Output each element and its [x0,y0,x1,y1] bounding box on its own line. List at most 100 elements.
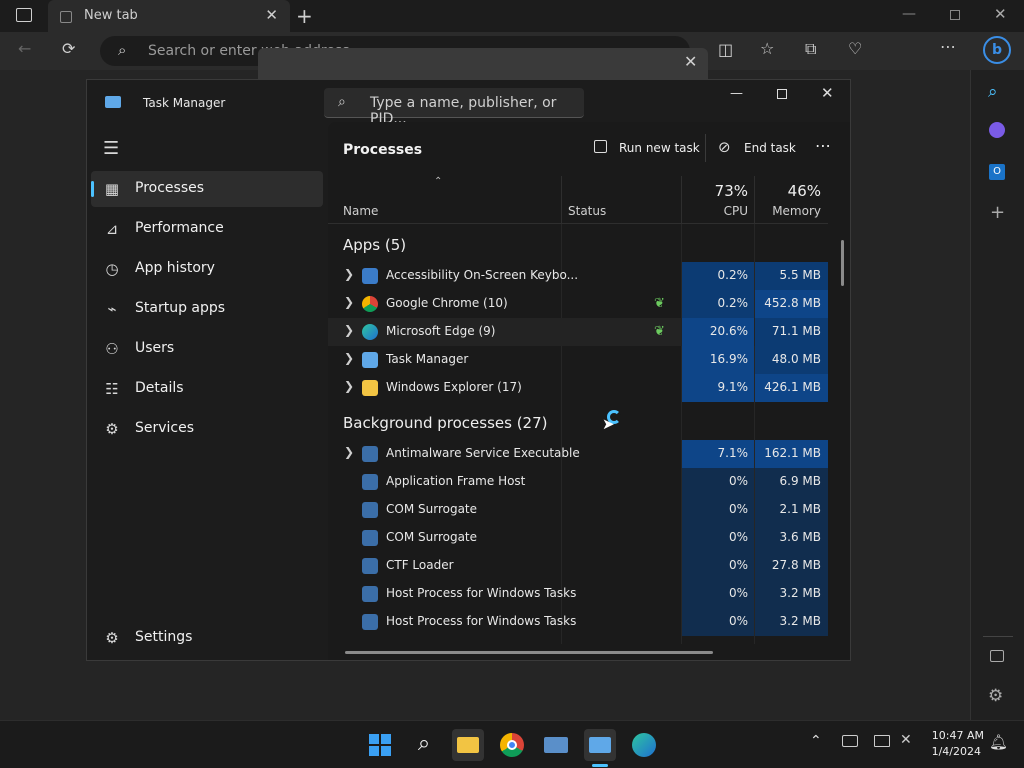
expand-chevron-icon[interactable]: ❯ [344,379,354,393]
column-memory[interactable]: Memory [755,204,821,218]
memory-value: 3.2 MB [755,580,828,608]
hamburger-menu-icon[interactable]: ☰ [103,138,119,159]
task-manager-search[interactable]: ⌕ Type a name, publisher, or PID... [324,88,584,127]
process-name: CTF Loader [386,558,454,572]
chrome-icon[interactable] [496,729,528,761]
shopping-icon[interactable] [989,122,1005,138]
task-manager-app-icon [105,96,121,108]
expand-chevron-icon[interactable]: ❯ [344,323,354,337]
hide-sidebar-icon[interactable] [990,650,1004,662]
outlook-icon[interactable]: O [989,164,1005,180]
tm-maximize-icon[interactable] [777,89,787,99]
notifications-bell-icon[interactable]: 🔔︎ [989,733,1008,751]
process-row[interactable]: ❯ Google Chrome (10) ❦ 0.2% 452.8 MB [328,290,828,318]
nav-processes[interactable]: ▦ Processes [91,171,323,207]
nav-settings[interactable]: ⚙ Settings [91,620,323,656]
toolbar-divider [705,134,706,162]
new-tab-icon[interactable]: + [296,4,313,28]
process-row[interactable]: CTF Loader 0% 27.8 MB [328,552,828,580]
nav-app-history[interactable]: ◷ App history [91,251,323,287]
service-process-icon [362,558,378,574]
expand-chevron-icon[interactable]: ❯ [344,445,354,459]
close-tab-icon[interactable]: ✕ [265,6,278,24]
column-header: ⌃ Name Status 73% CPU 46% Memory [328,176,828,224]
memory-value: 5.5 MB [755,262,828,290]
collections-icon[interactable]: ⧉ [805,39,816,59]
favorites-star-icon[interactable]: ☆ [760,39,774,58]
end-task-icon: ⊘ [718,138,731,156]
process-row[interactable]: ❯ Windows Explorer (17) 9.1% 426.1 MB [328,374,828,402]
tm-close-icon[interactable]: ✕ [821,84,834,102]
column-name[interactable]: Name [343,204,378,218]
file-explorer-icon[interactable] [452,729,484,761]
expand-chevron-icon[interactable]: ❯ [344,351,354,365]
process-row[interactable]: ❯ Antimalware Service Executable 7.1% 16… [328,440,828,468]
process-row[interactable]: Application Frame Host 0% 6.9 MB [328,468,828,496]
process-row[interactable]: COM Surrogate 0% 3.6 MB [328,524,828,552]
users-icon: ⚇ [105,340,119,358]
vertical-scrollbar[interactable] [841,240,844,286]
tab-new-tab[interactable]: New tab ✕ [48,0,290,32]
process-row[interactable]: COM Surrogate 0% 2.1 MB [328,496,828,524]
memory-value: 71.1 MB [755,318,828,346]
active-app-indicator [592,764,608,767]
edge-sidebar: b ⌕ O + ⚙ [970,36,1024,720]
start-icon[interactable] [364,729,396,761]
nav-performance[interactable]: ⊿ Performance [91,211,323,247]
more-options-icon[interactable]: ⋯ [940,37,956,56]
process-row[interactable]: Host Process for Windows Tasks 0% 3.2 MB [328,608,828,636]
restore-icon[interactable] [950,10,960,20]
column-divider [561,176,562,224]
show-hidden-icons-icon[interactable]: ⌃ [810,733,822,749]
column-cpu[interactable]: CPU [682,204,748,218]
split-screen-icon[interactable]: ◫ [718,40,733,59]
apps-group-header: Apps (5) [343,236,407,254]
cpu-total: 73% [714,182,748,200]
process-row[interactable]: Host Process for Windows Tasks 0% 3.2 MB [328,580,828,608]
network-icon[interactable] [842,735,858,747]
startup-apps-icon: ⌁ [107,300,117,318]
task-manager-icon[interactable] [584,729,616,761]
clock-time[interactable]: 10:47 AM [924,729,984,742]
minimize-icon[interactable]: — [902,6,916,22]
cpu-value: 0.2% [682,290,754,318]
expand-chevron-icon[interactable]: ❯ [344,295,354,309]
nav-users[interactable]: ⚇ Users [91,331,323,367]
expand-chevron-icon[interactable]: ❯ [344,267,354,281]
task-manager-window: Task Manager ☰ ▦ Processes ⊿ Performance… [86,79,851,661]
horizontal-scrollbar[interactable] [345,651,713,654]
browser-essentials-icon[interactable]: ♡ [848,39,862,58]
add-sidebar-app-icon[interactable]: + [990,202,1005,223]
more-actions-icon[interactable]: ⋯ [815,136,831,155]
tab-actions-icon[interactable] [16,8,32,22]
dialog-close-icon[interactable]: ✕ [684,52,697,71]
process-name: Host Process for Windows Tasks [386,614,577,628]
cpu-value: 0% [682,524,754,552]
display-icon[interactable] [874,735,890,747]
sidebar-search-icon[interactable]: ⌕ [988,82,998,102]
customize-settings-icon[interactable]: ⚙ [988,686,1003,706]
process-row[interactable]: ❯ Accessibility On-Screen Keybo... 0.2% … [328,262,828,290]
process-row[interactable]: ❯ Microsoft Edge (9) ❦ 20.6% 71.1 MB [328,318,828,346]
cpu-value: 16.9% [682,346,754,374]
copilot-icon[interactable]: b [983,36,1011,64]
nav-startup-apps[interactable]: ⌁ Startup apps [91,291,323,327]
memory-value: 3.2 MB [755,608,828,636]
taskbar-search-icon[interactable]: ⌕ [408,729,440,761]
nav-services[interactable]: ⚙ Services [91,411,323,447]
sort-arrow-icon: ⌃ [434,176,443,187]
process-name: Task Manager [386,352,469,366]
clock-date[interactable]: 1/4/2024 [924,745,981,758]
refresh-icon[interactable]: ⟳ [62,39,75,58]
process-row[interactable]: ❯ Task Manager 16.9% 48.0 MB [328,346,828,374]
column-status[interactable]: Status [568,204,606,218]
back-icon[interactable]: ← [18,39,31,58]
tm-minimize-icon[interactable]: — [730,86,743,101]
on-screen-keyboard-icon[interactable] [540,729,572,761]
edge-icon[interactable] [628,729,660,761]
close-window-icon[interactable]: ✕ [994,5,1007,23]
cpu-value: 0.2% [682,262,754,290]
cpu-value: 0% [682,608,754,636]
volume-muted-icon[interactable]: ✕ [900,732,912,748]
nav-details[interactable]: ☷ Details [91,371,323,407]
